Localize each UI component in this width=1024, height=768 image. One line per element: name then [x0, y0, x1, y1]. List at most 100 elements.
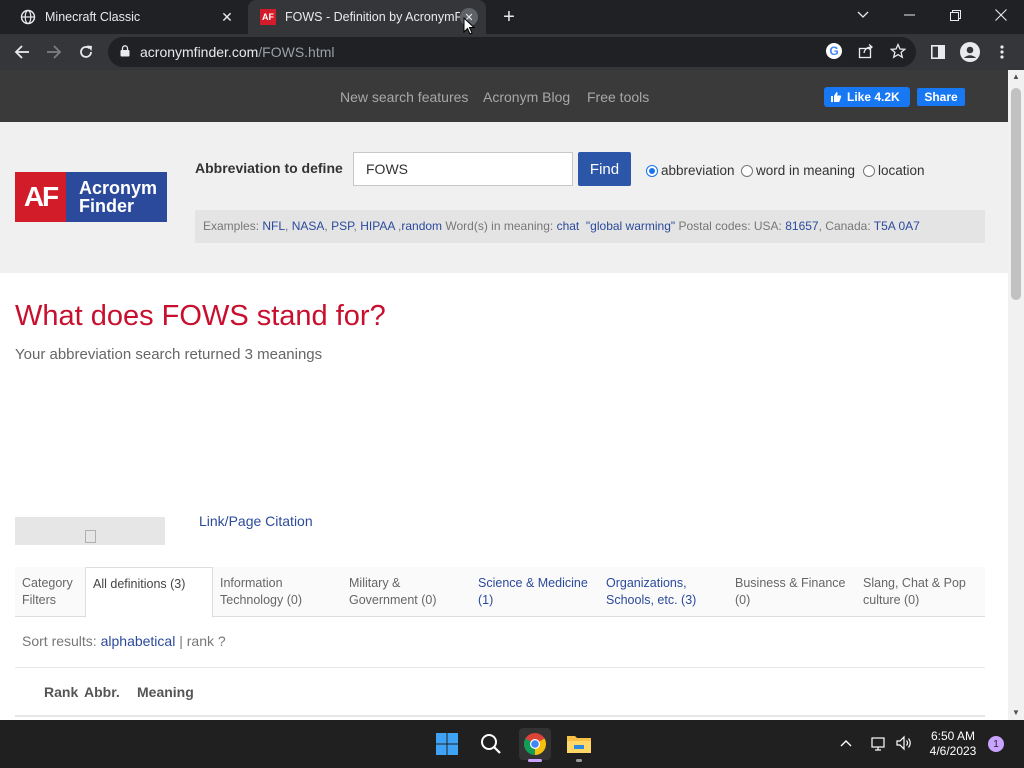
example-link[interactable]: NFL [262, 219, 285, 233]
radio-abbreviation[interactable]: abbreviation [646, 163, 735, 178]
side-panel-icon[interactable] [924, 38, 952, 66]
column-header-abbr[interactable]: Abbr. [84, 684, 120, 700]
nav-free-tools[interactable]: Free tools [587, 89, 649, 105]
tab-label: (0) [735, 593, 751, 607]
example-link[interactable]: random [401, 219, 442, 233]
tab-science-medicine[interactable]: Science & Medicine (1) [471, 567, 599, 617]
tab-label: Military & [349, 576, 401, 590]
tab-label: Technology (0) [220, 593, 302, 607]
radio-label: location [878, 163, 925, 178]
tab-information-technology[interactable]: Information Technology (0) [213, 567, 341, 617]
site-top-nav: New search features Acronym Blog Free to… [0, 70, 1008, 122]
tab-label: Science & Medicine [478, 576, 588, 590]
page-viewport: New search features Acronym Blog Free to… [0, 70, 1008, 720]
tab-fows-definition[interactable]: AF FOWS - Definition by AcronymFinder ✕ [248, 0, 486, 34]
notification-badge[interactable]: 1 [988, 736, 1004, 752]
network-icon[interactable] [870, 734, 888, 755]
close-tab-icon[interactable]: ✕ [218, 8, 236, 26]
svg-text:G: G [829, 44, 838, 58]
examples-label: Examples: [203, 219, 260, 233]
tab-label: culture (0) [863, 593, 920, 607]
example-link[interactable]: HIPAA [360, 219, 394, 233]
tab-slang-chat-pop[interactable]: Slang, Chat & Pop culture (0) [856, 567, 984, 617]
tab-search-icon[interactable] [840, 0, 886, 30]
logo-mark: AF [15, 172, 66, 222]
page-scrollbar[interactable]: ▲ ▼ [1008, 70, 1024, 720]
nav-new-search-features[interactable]: New search features [340, 89, 468, 105]
app-running-indicator [576, 759, 582, 762]
divider [15, 667, 985, 668]
logo-line2: Finder [79, 196, 135, 216]
scroll-up-arrow-icon[interactable]: ▲ [1008, 70, 1024, 84]
chrome-taskbar-icon[interactable] [519, 728, 551, 762]
minimize-button[interactable] [886, 0, 932, 30]
sort-separator: | [179, 633, 183, 649]
show-hidden-icons-chevron-icon[interactable] [840, 734, 852, 750]
thumbs-up-icon [831, 92, 842, 102]
radio-word-in-meaning[interactable]: word in meaning [741, 163, 855, 178]
facebook-share-button[interactable]: Share [917, 88, 965, 106]
tab-organizations-schools[interactable]: Organizations, Schools, etc. (3) [599, 567, 727, 617]
facebook-like-label: Like 4.2K [847, 90, 900, 104]
sort-rank[interactable]: rank ? [187, 633, 226, 649]
postal-label: Postal codes: USA: [678, 219, 782, 233]
tab-label: All definitions (3) [93, 577, 186, 591]
system-clock[interactable]: 6:50 AM 4/6/2023 [918, 729, 988, 759]
example-link[interactable]: 81657 [785, 219, 818, 233]
tab-label: Business & Finance [735, 576, 846, 590]
logo-text: Acronym Finder [66, 172, 167, 222]
nav-acronym-blog[interactable]: Acronym Blog [483, 89, 570, 105]
google-lens-icon[interactable]: G [822, 39, 846, 63]
lock-icon [120, 44, 130, 60]
category-filters-label: Category Filters [15, 567, 85, 617]
citation-widget[interactable] [15, 517, 165, 545]
radio-label: abbreviation [661, 163, 735, 178]
page-title: What does FOWS stand for? [15, 300, 386, 332]
scroll-down-arrow-icon[interactable]: ▼ [1008, 706, 1024, 720]
label-line: Filters [22, 593, 57, 607]
tab-all-definitions[interactable]: All definitions (3) [85, 567, 213, 618]
close-window-button[interactable] [978, 0, 1024, 30]
share-icon[interactable] [854, 39, 878, 63]
example-link[interactable]: "global warming" [586, 219, 675, 233]
reload-button[interactable] [72, 38, 100, 66]
example-link[interactable]: NASA [292, 219, 325, 233]
profile-avatar-icon[interactable] [956, 38, 984, 66]
address-bar[interactable]: acronymfinder.com/FOWS.html [108, 37, 916, 67]
forward-button[interactable] [40, 38, 68, 66]
example-link[interactable]: PSP [331, 219, 353, 233]
tab-business-finance[interactable]: Business & Finance (0) [728, 567, 856, 617]
radio-checked-icon [646, 164, 658, 177]
volume-icon[interactable] [895, 734, 913, 755]
example-link[interactable]: T5A 0A7 [874, 219, 920, 233]
abbreviation-label: Abbreviation to define [195, 160, 343, 176]
new-tab-button[interactable]: + [498, 7, 520, 29]
canada-label: Canada: [825, 219, 871, 233]
acronym-finder-logo[interactable]: AF Acronym Finder [15, 172, 167, 222]
column-header-rank[interactable]: Rank [44, 684, 78, 700]
windows-start-icon[interactable] [431, 728, 463, 760]
tab-military-government[interactable]: Military & Government (0) [342, 567, 470, 617]
tab-label: Government (0) [349, 593, 437, 607]
abbreviation-search-input[interactable]: FOWS [353, 152, 573, 186]
restore-button[interactable] [932, 0, 978, 30]
bookmark-star-icon[interactable] [886, 39, 910, 63]
link-page-citation[interactable]: Link/Page Citation [199, 513, 313, 529]
column-header-meaning[interactable]: Meaning [137, 684, 194, 700]
browser-menu-icon[interactable] [988, 38, 1016, 66]
example-link[interactable]: chat [557, 219, 580, 233]
sort-alphabetical-link[interactable]: alphabetical [101, 633, 176, 649]
find-button[interactable]: Find [578, 152, 631, 186]
scrollbar-thumb[interactable] [1011, 88, 1021, 300]
radio-location[interactable]: location [863, 163, 925, 178]
facebook-like-button[interactable]: Like 4.2K [824, 87, 910, 107]
search-icon[interactable] [475, 728, 507, 760]
url-path: /FOWS.html [258, 44, 335, 60]
radio-unchecked-icon [863, 164, 875, 177]
tab-label: Information [220, 576, 283, 590]
browser-tab-strip: Minecraft Classic ✕ AF FOWS - Definition… [0, 0, 1024, 34]
tab-minecraft-classic[interactable]: Minecraft Classic ✕ [8, 0, 244, 34]
back-button[interactable] [8, 38, 36, 66]
file-explorer-icon[interactable] [563, 728, 595, 762]
tab-label: Schools, etc. (3) [606, 593, 697, 607]
